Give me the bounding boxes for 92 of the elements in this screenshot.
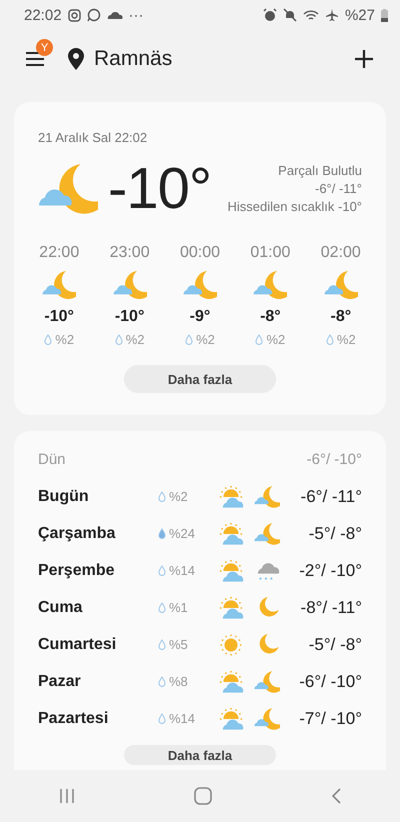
add-button[interactable] [354, 49, 374, 69]
menu-button[interactable] [26, 51, 44, 67]
moon-cloud-icon [253, 268, 288, 302]
day-name: Pazar [38, 672, 82, 690]
condition: Parçalı Bulutlu [278, 163, 362, 178]
date-time: 21 Aralık Sal 22:02 [38, 130, 148, 145]
day-name: Perşembe [38, 562, 116, 580]
back-button[interactable] [330, 788, 341, 804]
temperature-range: -6°/ -11° [314, 181, 362, 196]
hour-time: 02:00 [320, 244, 361, 262]
yesterday-range: -6°/ -10° [306, 451, 362, 468]
clock: 22:02 [24, 6, 62, 24]
hour-temperature: -9° [190, 308, 210, 326]
sun-cloud-icon [218, 594, 244, 620]
hour-temperature: -8° [260, 308, 281, 326]
day-temperature-range: -6°/ -10° [298, 672, 362, 692]
moon-cloud-icon [42, 268, 76, 302]
day-temperature-range: -5°/ -8° [308, 524, 362, 544]
day-temperature-range: -2°/ -10° [298, 560, 362, 580]
day-name: Çarşamba [38, 524, 116, 542]
hour-time: 23:00 [110, 244, 150, 262]
moon-cloud-icon [254, 668, 280, 694]
chat-icon [86, 8, 101, 22]
feels-like: Hissedilen sıcaklık -10° [227, 199, 362, 214]
home-button[interactable] [194, 787, 212, 805]
mute-icon [282, 8, 297, 22]
hour-temperature: -10° [114, 308, 144, 326]
drop-icon [255, 334, 264, 345]
drop-icon [158, 639, 166, 650]
moon-cloud-icon [182, 268, 217, 302]
precipitation: %2 [196, 332, 215, 347]
drop-icon [44, 334, 52, 345]
camera-icon [68, 8, 81, 22]
drop-icon [158, 602, 166, 613]
precipitation: %1 [169, 600, 188, 615]
day-name: Cumartesi [38, 636, 118, 654]
day-temperature-range: -8°/ -11° [300, 598, 362, 618]
hour-time: 01:00 [250, 244, 290, 262]
moon-cloud-icon [254, 484, 280, 510]
drop-icon [158, 565, 166, 576]
sun-cloud-icon [218, 520, 244, 546]
precipitation: %2 [55, 332, 74, 347]
battery-percent: %27 [344, 6, 375, 24]
more-button[interactable]: Daha fazla [124, 745, 276, 765]
notification-badge: Y [36, 39, 53, 56]
drop-icon [326, 334, 334, 345]
precipitation: %2 [336, 332, 356, 347]
drop-icon [185, 334, 194, 345]
day-name: Cuma [38, 598, 84, 616]
more-notifications: ··· [128, 6, 144, 24]
sun-icon [218, 632, 244, 658]
hour-time: 00:00 [180, 244, 220, 262]
precipitation: %24 [169, 526, 196, 541]
day-temperature-range: -7°/ -10° [298, 708, 362, 728]
precipitation: %8 [169, 674, 188, 689]
precipitation: %14 [169, 711, 196, 726]
day-name: Bugün [38, 488, 90, 506]
moon-cloud-icon [324, 268, 358, 302]
battery-icon [381, 8, 388, 22]
sun-cloud-icon [218, 668, 244, 694]
drop-icon [158, 528, 166, 539]
moon-cloud-icon [112, 268, 147, 302]
precipitation: %14 [169, 563, 196, 578]
current-temperature: -10° [108, 155, 212, 222]
day-temperature-range: -5°/ -8° [308, 634, 362, 654]
moon-cloud-icon [254, 706, 280, 732]
precipitation: %2 [169, 489, 188, 504]
sun-cloud-icon [218, 484, 244, 510]
location-name[interactable]: Ramnäs [94, 47, 172, 71]
location-pin-icon [68, 48, 84, 70]
recent-apps-button[interactable] [59, 788, 76, 804]
day-temperature-range: -6°/ -11° [300, 486, 362, 506]
more-button[interactable]: Daha fazla [124, 365, 276, 393]
hour-temperature: -10° [44, 308, 74, 326]
hour-temperature: -8° [330, 308, 352, 326]
alarm-icon [262, 8, 277, 22]
yesterday-label: Dün [38, 451, 67, 468]
precipitation: %2 [266, 332, 286, 347]
wifi-icon [302, 8, 319, 22]
sun-cloud-icon [218, 706, 244, 732]
sun-cloud-icon [218, 558, 244, 584]
drop-icon [158, 491, 166, 502]
hour-time: 22:00 [39, 244, 80, 262]
day-name: Pazartesi [38, 710, 110, 728]
moon-cloud-icon [254, 520, 280, 546]
drop-icon [114, 334, 123, 345]
drop-icon [158, 713, 166, 724]
precipitation: %5 [169, 637, 188, 652]
cloud-icon [106, 10, 123, 20]
drop-icon [158, 676, 166, 687]
airplane-icon [324, 8, 339, 22]
precipitation: %2 [126, 332, 144, 347]
